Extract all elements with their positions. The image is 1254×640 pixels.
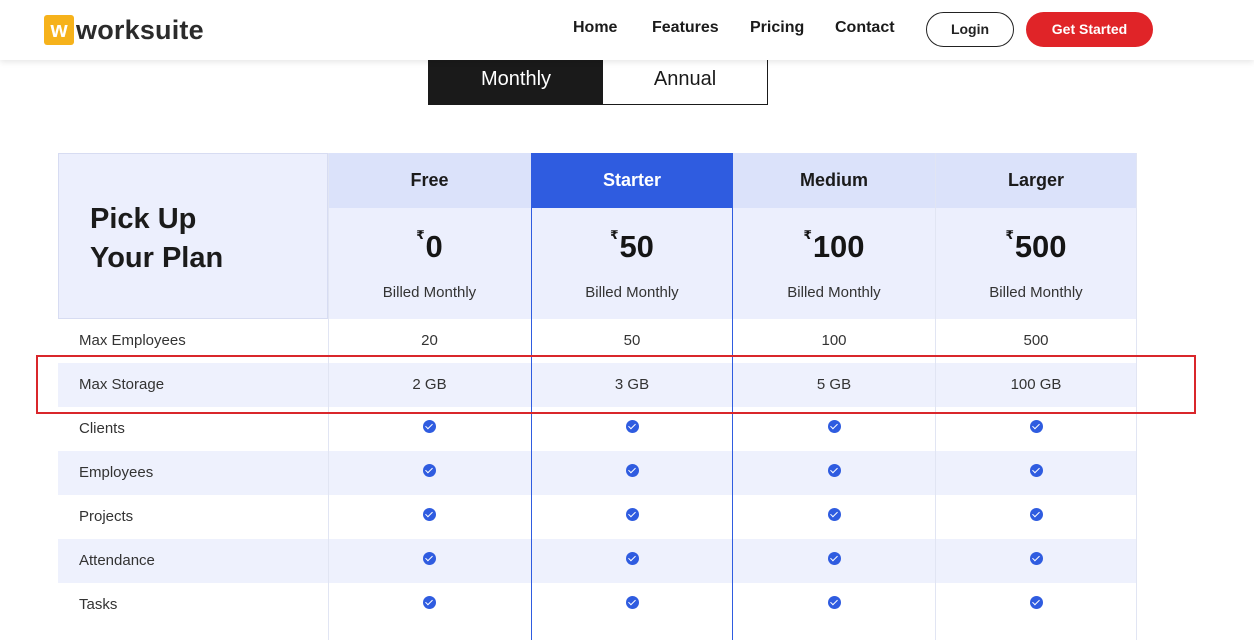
plan-price-box: ₹50 Billed Monthly bbox=[532, 208, 732, 319]
plan-price-box: ₹0 Billed Monthly bbox=[328, 208, 531, 319]
currency-symbol: ₹ bbox=[610, 228, 619, 242]
billing-toggle: Monthly Annual bbox=[428, 54, 768, 105]
feature-label: Projects bbox=[79, 508, 134, 525]
plan-price: ₹500 bbox=[935, 228, 1137, 265]
currency-symbol: ₹ bbox=[803, 228, 812, 242]
plan-price-box: ₹100 Billed Monthly bbox=[733, 208, 935, 319]
plan-column-medium: Medium ₹100 Billed Monthly bbox=[733, 153, 935, 640]
plan-billing: Billed Monthly bbox=[989, 284, 1083, 301]
column-divider bbox=[1136, 153, 1137, 640]
pricing-title-line2: Your Plan bbox=[90, 242, 224, 274]
pricing-table: Max Employees 20 50 100 500 Max Storage 2 GB 3 … bbox=[58, 153, 1137, 640]
plan-column-larger: Larger ₹500 Billed Monthly bbox=[935, 153, 1137, 640]
feature-label: Clients bbox=[79, 420, 125, 437]
worksuite-logo[interactable]: w worksuite bbox=[44, 14, 204, 46]
plan-billing: Billed Monthly bbox=[787, 284, 881, 301]
pricing-title-line1: Pick Up bbox=[90, 203, 197, 235]
plan-name: Medium bbox=[733, 153, 935, 208]
billing-monthly-tab[interactable]: Monthly bbox=[429, 55, 603, 104]
nav-features[interactable]: Features bbox=[652, 19, 719, 37]
plan-column-starter: Starter ₹50 Billed Monthly bbox=[531, 153, 733, 640]
logo-text: worksuite bbox=[76, 14, 204, 45]
feature-label: Attendance bbox=[79, 552, 155, 569]
plan-price-value: 0 bbox=[425, 229, 443, 264]
plan-price: ₹50 bbox=[532, 228, 732, 265]
plan-price-box: ₹500 Billed Monthly bbox=[935, 208, 1137, 319]
pricing-title: Pick Up Your Plan bbox=[90, 200, 223, 278]
plan-column-free: Free ₹0 Billed Monthly bbox=[328, 153, 531, 640]
currency-symbol: ₹ bbox=[1005, 228, 1014, 242]
feature-label: Max Employees bbox=[79, 332, 186, 349]
nav-contact[interactable]: Contact bbox=[835, 19, 895, 37]
nav-home[interactable]: Home bbox=[573, 19, 617, 37]
login-button[interactable]: Login bbox=[926, 12, 1014, 47]
plan-price-value: 500 bbox=[1014, 229, 1067, 264]
plan-name: Larger bbox=[935, 153, 1137, 208]
billing-annual-tab[interactable]: Annual bbox=[603, 55, 767, 104]
plan-price-value: 100 bbox=[812, 229, 865, 264]
nav-pricing[interactable]: Pricing bbox=[750, 19, 804, 37]
plan-billing: Billed Monthly bbox=[382, 284, 477, 301]
plan-price: ₹0 bbox=[328, 228, 531, 265]
feature-label: Max Storage bbox=[79, 376, 165, 393]
logo-mark: w bbox=[44, 15, 74, 45]
feature-label: Tasks bbox=[79, 596, 118, 613]
plan-price: ₹100 bbox=[733, 228, 935, 265]
site-header: w worksuite Home Features Pricing Contac… bbox=[0, 0, 1254, 60]
currency-symbol: ₹ bbox=[416, 228, 425, 242]
feature-label: Employees bbox=[79, 464, 154, 481]
plan-intro-panel: Pick Up Your Plan bbox=[58, 153, 328, 319]
plan-name: Free bbox=[328, 153, 531, 208]
plan-billing: Billed Monthly bbox=[585, 284, 679, 301]
column-divider bbox=[328, 153, 329, 640]
plan-name: Starter bbox=[532, 153, 732, 208]
plan-price-value: 50 bbox=[619, 229, 654, 264]
get-started-button[interactable]: Get Started bbox=[1026, 12, 1153, 47]
column-divider bbox=[935, 153, 936, 640]
